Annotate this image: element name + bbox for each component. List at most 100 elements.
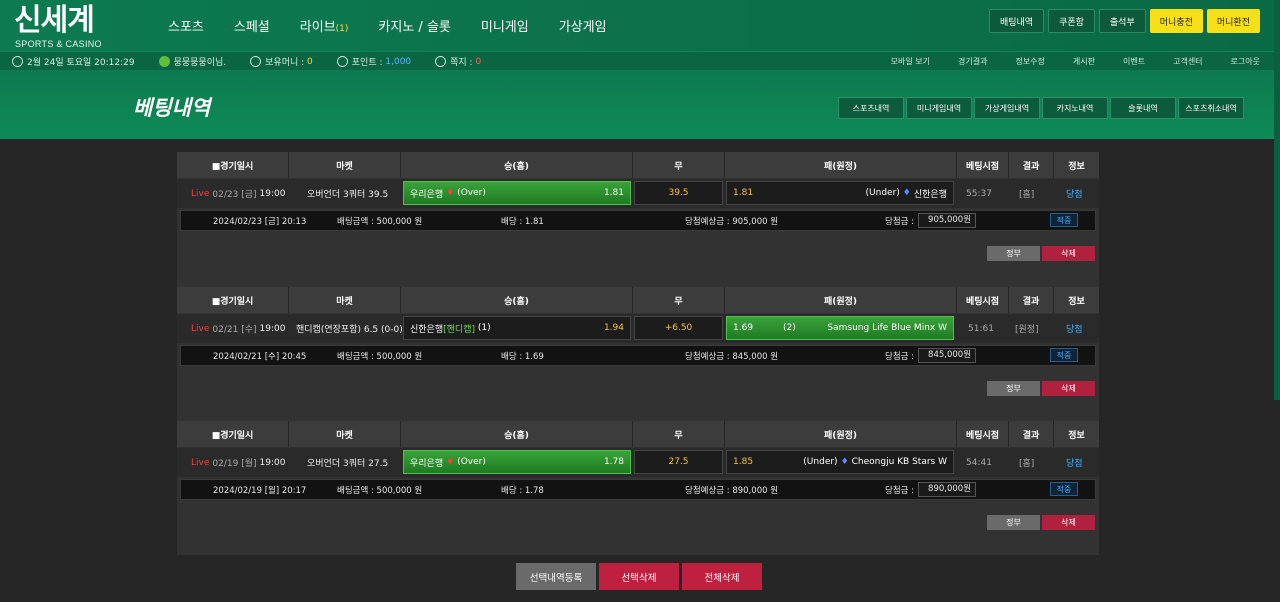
withdraw-button[interactable]: 머니환전 bbox=[1206, 9, 1260, 33]
detail-button[interactable]: 정부 bbox=[987, 515, 1040, 530]
user-info-item: 뭉뭉뭉뭉이님. bbox=[158, 55, 226, 68]
datetime-text: 2월 24일 토요일 20:12:29 bbox=[27, 58, 135, 68]
over-arrow-icon: ♦ bbox=[446, 188, 455, 198]
top-buttons: 배팅내역 쿠폰함 출석부 머니충전 머니환전 bbox=[985, 9, 1260, 33]
home-odds-button[interactable]: 우리은행 ♦ (Over) 1.78 bbox=[403, 450, 631, 474]
home-tag: (Over) bbox=[457, 457, 486, 467]
bet-row: Live 02/23 [금] 19:00 오버언더 3쿼터 39.5 우리은행 ♦ (O… bbox=[177, 179, 1099, 208]
point-value: 1,000 bbox=[385, 56, 412, 67]
expected-win: 당첨예상금 : 905,000 원 bbox=[685, 216, 779, 227]
edit-profile-link[interactable]: 정보수정 bbox=[1015, 56, 1044, 67]
draw-odds-button[interactable]: +6.50 bbox=[634, 316, 723, 340]
register-selected-button[interactable]: 선택내역등록 bbox=[516, 563, 596, 590]
away-odds-button[interactable]: 1.69 (2) Samsung Life Blue Minx W bbox=[726, 316, 954, 340]
win-amount: 당첨금 :845,000원 bbox=[885, 346, 977, 365]
expected-win: 당첨예상금 : 890,000 원 bbox=[685, 485, 779, 496]
result-value: [홈] bbox=[1019, 190, 1035, 200]
money-icon bbox=[250, 56, 262, 67]
draw-odds-button[interactable]: 27.5 bbox=[634, 450, 723, 474]
delete-button[interactable]: 삭제 bbox=[1042, 515, 1095, 530]
win-label: 당첨금 : bbox=[885, 216, 915, 227]
nav-sports[interactable]: 스포츠 bbox=[168, 16, 204, 35]
tab-sports-cancel-history[interactable]: 스포츠취소내역 bbox=[1178, 97, 1244, 119]
handicap-tag: [핸디캡] bbox=[443, 324, 475, 335]
detail-button[interactable]: 정부 bbox=[987, 246, 1040, 261]
status-link[interactable]: 당첨 bbox=[1066, 314, 1083, 343]
home-odds: 1.78 bbox=[603, 457, 624, 467]
tab-virtual-history[interactable]: 가상게임내역 bbox=[974, 97, 1040, 119]
point-label: 포인트 : bbox=[351, 58, 383, 68]
table-header: ■경기일시 마켓 승(홈) 무 패(원정) 베팅시점 결과 정보 bbox=[177, 421, 1099, 447]
event-link[interactable]: 이벤트 bbox=[1123, 56, 1145, 67]
bet-row: Live 02/19 [월] 19:00 오버언더 3쿼터 27.5 우리은행 ♦ (O… bbox=[177, 448, 1099, 477]
col-away: 패(원정) bbox=[725, 287, 957, 313]
message-info[interactable]: 쪽지 : 0 bbox=[435, 55, 481, 68]
attendance-button[interactable]: 출석부 bbox=[1098, 9, 1146, 33]
delete-button[interactable]: 삭제 bbox=[1042, 381, 1095, 396]
coupon-button[interactable]: 쿠폰함 bbox=[1048, 9, 1095, 33]
draw-odds-button[interactable]: 39.5 bbox=[634, 181, 723, 205]
board-link[interactable]: 게시판 bbox=[1073, 56, 1095, 67]
col-info: 정보 bbox=[1054, 287, 1099, 313]
support-link[interactable]: 고객센터 bbox=[1173, 56, 1202, 67]
main-nav: 스포츠 스페셜 라이브(1) 카지노 / 슬롯 미니게임 가상게임 bbox=[168, 0, 637, 51]
bet-amount: 배팅금액 : 500,000 원 bbox=[337, 216, 423, 227]
away-odds-button[interactable]: 1.85 (Under) ♦ Cheongju KB Stars W bbox=[726, 450, 954, 474]
col-away: 패(원정) bbox=[725, 421, 957, 447]
col-date: ■경기일시 bbox=[177, 152, 289, 178]
deposit-button[interactable]: 머니충전 bbox=[1149, 9, 1203, 33]
away-odds-button[interactable]: 1.81 (Under) ♦ 신한은행 bbox=[726, 181, 954, 205]
logo[interactable]: 신세계 SPORTS & CASINO bbox=[14, 4, 104, 50]
away-tag: (Under) bbox=[803, 457, 838, 467]
col-away: 패(원정) bbox=[725, 152, 957, 178]
home-odds-button[interactable]: 신한은행 [핸디캡] (1) 1.94 bbox=[403, 316, 631, 340]
home-odds: 1.94 bbox=[603, 323, 624, 333]
nav-special[interactable]: 스페셜 bbox=[234, 16, 270, 35]
col-home: 승(홈) bbox=[401, 287, 633, 313]
hit-button[interactable]: 적중 bbox=[1050, 213, 1078, 227]
nav-virtual[interactable]: 가상게임 bbox=[559, 16, 607, 35]
live-badge: Live bbox=[191, 323, 210, 334]
col-info: 정보 bbox=[1054, 152, 1099, 178]
delete-selected-button[interactable]: 선택삭제 bbox=[599, 563, 679, 590]
match-datetime: Live 02/23 [금] 19:00 bbox=[191, 179, 285, 208]
detail-button[interactable]: 정부 bbox=[987, 381, 1040, 396]
col-date: ■경기일시 bbox=[177, 421, 289, 447]
delete-all-button[interactable]: 전체삭제 bbox=[682, 563, 762, 590]
nav-label: 스포츠 bbox=[168, 20, 204, 35]
results-link[interactable]: 경기결과 bbox=[958, 56, 987, 67]
row-actions: 정부 삭제 bbox=[987, 246, 1097, 261]
col-home: 승(홈) bbox=[401, 152, 633, 178]
market-name: 핸디캡(연장포함) 6.5 (0-0) bbox=[296, 325, 403, 335]
page-title: 베팅내역 bbox=[133, 96, 211, 120]
nav-label: 스페셜 bbox=[233, 20, 270, 35]
bet-history-button[interactable]: 배팅내역 bbox=[988, 9, 1045, 33]
market-name: 오버언더 3쿼터 39.5 bbox=[307, 190, 389, 200]
placed-at: 2024/02/23 [금] 20:13 bbox=[213, 216, 307, 227]
under-arrow-icon: ♦ bbox=[902, 188, 911, 198]
tab-slot-history[interactable]: 슬롯내역 bbox=[1110, 97, 1176, 119]
nav-minigame[interactable]: 미니게임 bbox=[481, 16, 529, 35]
col-bet-time: 베팅시점 bbox=[957, 152, 1009, 178]
tab-sports-history[interactable]: 스포츠내역 bbox=[838, 97, 904, 119]
away-tag: (2) bbox=[783, 323, 796, 333]
hit-button[interactable]: 적중 bbox=[1050, 348, 1078, 362]
home-odds-button[interactable]: 우리은행 ♦ (Over) 1.81 bbox=[403, 181, 631, 205]
match-time: 19:00 bbox=[259, 323, 286, 334]
mobile-link[interactable]: 모바일 보기 bbox=[891, 56, 930, 67]
right-scroll-edge bbox=[1274, 0, 1280, 400]
table-header: ■경기일시 마켓 승(홈) 무 패(원정) 베팅시점 결과 정보 bbox=[177, 287, 1099, 313]
status-link[interactable]: 당첨 bbox=[1066, 179, 1083, 208]
tab-casino-history[interactable]: 카지노내역 bbox=[1042, 97, 1108, 119]
col-home: 승(홈) bbox=[401, 421, 633, 447]
home-team: 신한은행 bbox=[410, 324, 444, 335]
logout-link[interactable]: 로그아웃 bbox=[1231, 56, 1260, 67]
hit-button[interactable]: 적중 bbox=[1050, 482, 1078, 496]
nav-casino-slot[interactable]: 카지노 / 슬롯 bbox=[378, 16, 450, 35]
status-link[interactable]: 당첨 bbox=[1066, 448, 1083, 477]
tab-minigame-history[interactable]: 미니게임내역 bbox=[906, 97, 972, 119]
clock-info: 2월 24일 토요일 20:12:29 bbox=[12, 55, 135, 68]
delete-button[interactable]: 삭제 bbox=[1042, 246, 1095, 261]
nav-live[interactable]: 라이브(1) bbox=[300, 16, 349, 35]
user-level-icon bbox=[158, 56, 170, 67]
